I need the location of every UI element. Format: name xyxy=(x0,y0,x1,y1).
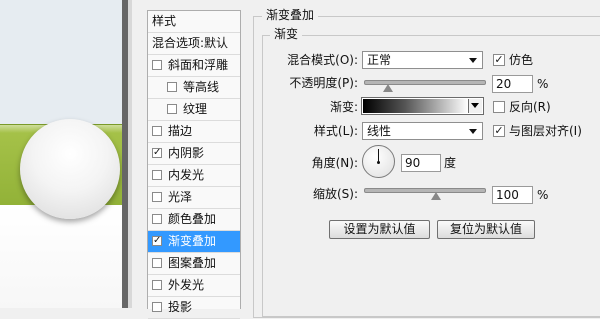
layer-style-list: 样式 混合选项:默认 斜面和浮雕 等高线 纹理 描边 ✓ 内阴影 内发光 光泽 … xyxy=(147,10,241,319)
style-label: 样式(L): xyxy=(313,124,358,138)
scale-slider-thumb[interactable] xyxy=(431,192,441,200)
round-button-preview xyxy=(20,119,120,219)
contour-checkbox[interactable] xyxy=(167,82,177,92)
blend-mode-value: 正常 xyxy=(367,53,392,67)
chevron-down-icon xyxy=(469,58,477,63)
gradient-label: 渐变: xyxy=(329,100,358,114)
panel-divider-highlight xyxy=(128,0,132,308)
outer-glow-checkbox[interactable] xyxy=(152,280,162,290)
subgroup-title: 渐变 xyxy=(270,27,303,41)
gradient-picker[interactable] xyxy=(361,97,484,115)
style-item-gradient-overlay[interactable]: ✓ 渐变叠加 xyxy=(148,231,240,253)
style-item-label: 图案叠加 xyxy=(168,256,217,270)
align-with-layer-label: 与图层对齐(I) xyxy=(509,124,582,138)
style-item-label: 等高线 xyxy=(183,80,220,94)
drop-shadow-checkbox[interactable] xyxy=(152,302,162,312)
gradient-overlay-checkbox[interactable]: ✓ xyxy=(152,236,162,246)
style-item-label: 颜色叠加 xyxy=(168,212,217,226)
angle-unit: 度 xyxy=(444,156,457,170)
inner-glow-checkbox[interactable] xyxy=(152,170,162,180)
chevron-down-icon xyxy=(469,129,477,134)
style-item-label: 内阴影 xyxy=(168,146,205,160)
blend-mode-label: 混合模式(O): xyxy=(287,53,358,67)
style-item-label: 描边 xyxy=(168,124,193,138)
style-item-label: 内发光 xyxy=(168,168,205,182)
gradient-dropdown-button[interactable] xyxy=(468,99,482,113)
scale-unit: % xyxy=(537,188,549,202)
style-item-satin[interactable]: 光泽 xyxy=(148,187,240,209)
texture-checkbox[interactable] xyxy=(167,104,177,114)
bevel-emboss-checkbox[interactable] xyxy=(152,60,162,70)
canvas-preview xyxy=(0,0,122,308)
style-item-contour[interactable]: 等高线 xyxy=(148,77,240,99)
opacity-unit: % xyxy=(537,77,549,91)
style-item-outer-glow[interactable]: 外发光 xyxy=(148,275,240,297)
style-value: 线性 xyxy=(367,124,392,138)
scale-slider-track[interactable] xyxy=(364,188,486,193)
opacity-slider-thumb[interactable] xyxy=(383,84,393,92)
pattern-overlay-checkbox[interactable] xyxy=(152,258,162,268)
angle-dial[interactable] xyxy=(362,145,395,178)
style-item-label: 外发光 xyxy=(168,278,205,292)
style-list-header[interactable]: 样式 xyxy=(148,11,240,33)
dither-label: 仿色 xyxy=(509,53,534,67)
style-item-label: 斜面和浮雕 xyxy=(168,58,229,72)
chevron-down-icon xyxy=(471,103,479,108)
panel-title: 渐变叠加 xyxy=(262,8,319,22)
style-item-bevel-emboss[interactable]: 斜面和浮雕 xyxy=(148,55,240,77)
style-item-stroke[interactable]: 描边 xyxy=(148,121,240,143)
blending-options-item[interactable]: 混合选项:默认 xyxy=(148,33,240,55)
style-item-label: 渐变叠加 xyxy=(168,234,217,248)
make-default-button[interactable]: 设置为默认值 xyxy=(329,220,430,239)
style-item-texture[interactable]: 纹理 xyxy=(148,99,240,121)
color-overlay-checkbox[interactable] xyxy=(152,214,162,224)
blend-mode-select[interactable]: 正常 xyxy=(362,51,483,69)
style-item-label: 纹理 xyxy=(183,102,208,116)
scale-input[interactable]: 100 xyxy=(492,186,533,204)
style-item-label: 光泽 xyxy=(168,190,193,204)
scale-label: 缩放(S): xyxy=(312,187,358,201)
style-item-inner-glow[interactable]: 内发光 xyxy=(148,165,240,187)
satin-checkbox[interactable] xyxy=(152,192,162,202)
angle-label: 角度(N): xyxy=(311,156,358,170)
align-with-layer-checkbox[interactable]: ✓ xyxy=(493,125,505,137)
style-item-color-overlay[interactable]: 颜色叠加 xyxy=(148,209,240,231)
inner-shadow-checkbox[interactable]: ✓ xyxy=(152,148,162,158)
opacity-input[interactable]: 20 xyxy=(492,75,533,93)
style-item-drop-shadow[interactable]: 投影 xyxy=(148,297,240,319)
dither-checkbox[interactable]: ✓ xyxy=(493,54,505,66)
stroke-checkbox[interactable] xyxy=(152,126,162,136)
angle-input[interactable]: 90 xyxy=(401,154,441,172)
reset-default-button[interactable]: 复位为默认值 xyxy=(437,220,535,239)
reverse-checkbox[interactable] xyxy=(493,101,505,113)
opacity-label: 不透明度(P): xyxy=(289,76,358,90)
gradient-preview-ramp[interactable] xyxy=(363,99,468,113)
style-item-inner-shadow[interactable]: ✓ 内阴影 xyxy=(148,143,240,165)
style-select[interactable]: 线性 xyxy=(362,122,483,140)
reverse-label: 反向(R) xyxy=(509,100,551,114)
style-item-pattern-overlay[interactable]: 图案叠加 xyxy=(148,253,240,275)
canvas-background xyxy=(0,205,122,308)
